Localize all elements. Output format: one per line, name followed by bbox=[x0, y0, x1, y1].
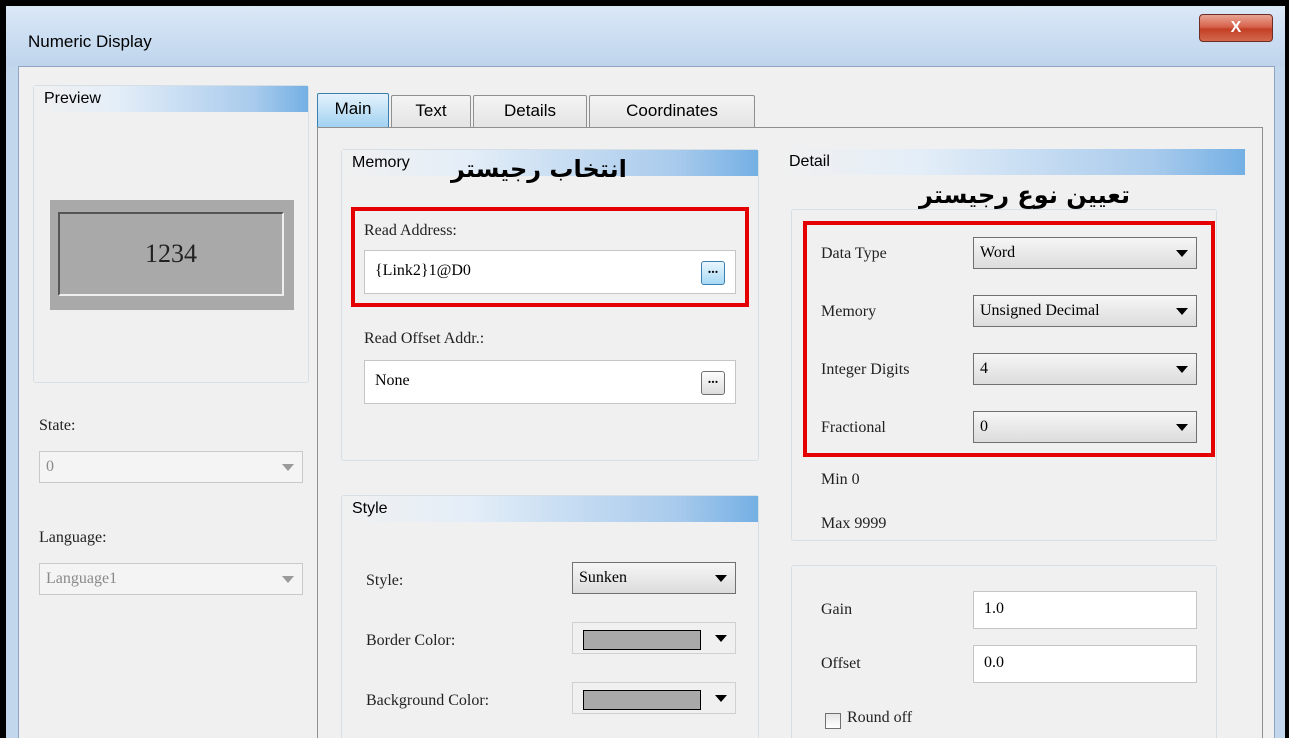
preview-display: 1234 bbox=[58, 212, 284, 296]
detail-annotation: تعیین نوع رجیستر bbox=[919, 181, 1130, 209]
title-bar[interactable]: Numeric Display X bbox=[6, 6, 1285, 66]
offset-address-value: None bbox=[375, 372, 410, 389]
close-button[interactable]: X bbox=[1199, 14, 1273, 42]
style-select[interactable]: Sunken bbox=[572, 562, 736, 594]
offset-label: Offset bbox=[821, 655, 861, 672]
language-value: Language1 bbox=[46, 570, 118, 587]
offset-address-label: Read Offset Addr.: bbox=[364, 330, 485, 347]
chevron-down-icon bbox=[715, 695, 727, 702]
tab-text-label: Text bbox=[415, 101, 447, 120]
max-text: Max 9999 bbox=[821, 515, 887, 532]
state-label: State: bbox=[39, 417, 76, 434]
round-off-checkbox[interactable] bbox=[825, 713, 841, 729]
tab-coordinates-label: Coordinates bbox=[626, 101, 718, 120]
offset-value: 0.0 bbox=[984, 654, 1004, 671]
dialog-client-area: Preview 1234 State: 0 Language: Language… bbox=[18, 66, 1275, 738]
tab-main-label: Main bbox=[334, 99, 372, 118]
min-text: Min 0 bbox=[821, 471, 860, 488]
ellipsis-icon: ... bbox=[707, 372, 719, 387]
tab-details-label: Details bbox=[504, 101, 556, 120]
offset-address-browse-button[interactable]: ... bbox=[701, 371, 725, 395]
close-icon: X bbox=[1230, 19, 1242, 36]
tab-coordinates[interactable]: Coordinates bbox=[589, 95, 755, 127]
state-select[interactable]: 0 bbox=[39, 451, 303, 483]
background-color-label: Background Color: bbox=[366, 692, 490, 709]
language-select[interactable]: Language1 bbox=[39, 563, 303, 595]
window-title: Numeric Display bbox=[28, 32, 152, 51]
style-value: Sunken bbox=[579, 569, 627, 586]
preview-header: Preview bbox=[34, 86, 308, 112]
border-color-label: Border Color: bbox=[366, 632, 456, 649]
chevron-down-icon bbox=[715, 635, 727, 642]
data-type-highlight bbox=[803, 221, 1215, 457]
chevron-down-icon bbox=[715, 575, 727, 582]
language-label: Language: bbox=[39, 529, 107, 546]
tab-main[interactable]: Main bbox=[317, 93, 389, 127]
state-value: 0 bbox=[46, 458, 54, 475]
detail-header: Detail bbox=[779, 149, 1245, 175]
numeric-display-window: Numeric Display X Preview 1234 State: 0 … bbox=[6, 6, 1285, 738]
preview-panel: Preview 1234 bbox=[33, 85, 309, 383]
memory-annotation: انتخاب رجیستر bbox=[451, 155, 627, 183]
gain-label: Gain bbox=[821, 601, 853, 618]
gain-value: 1.0 bbox=[984, 600, 1004, 617]
background-color-picker[interactable] bbox=[572, 682, 736, 714]
round-off-label[interactable]: Round off bbox=[847, 709, 912, 727]
chevron-down-icon bbox=[282, 576, 294, 583]
offset-address-field[interactable]: None ... bbox=[364, 360, 736, 404]
style-group: Style Style: Sunken Border Color: Backgr… bbox=[341, 495, 759, 738]
tab-text[interactable]: Text bbox=[391, 95, 471, 127]
border-color-picker[interactable] bbox=[572, 622, 736, 654]
style-label: Style: bbox=[366, 572, 404, 589]
border-color-swatch bbox=[583, 630, 701, 650]
preview-display-frame: 1234 bbox=[50, 200, 294, 310]
offset-input[interactable]: 0.0 bbox=[973, 645, 1197, 683]
background-color-swatch bbox=[583, 690, 701, 710]
preview-value: 1234 bbox=[145, 239, 197, 268]
chevron-down-icon bbox=[282, 464, 294, 471]
style-header: Style bbox=[342, 496, 758, 522]
read-address-highlight bbox=[351, 207, 749, 307]
tab-details[interactable]: Details bbox=[473, 95, 587, 127]
gain-input[interactable]: 1.0 bbox=[973, 591, 1197, 629]
